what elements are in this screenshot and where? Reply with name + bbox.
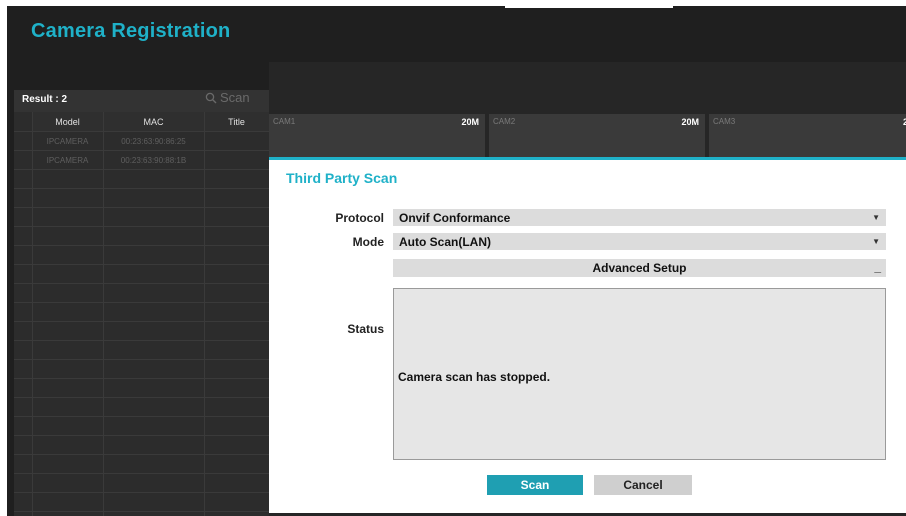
column-divider: [32, 112, 33, 516]
chevron-down-icon: ▼: [872, 237, 880, 246]
table-row-empty: [14, 492, 269, 512]
result-count: Result : 2: [22, 94, 68, 105]
column-header-title[interactable]: Title: [204, 112, 269, 131]
camera-resolution: 20M: [461, 117, 479, 127]
search-icon: [205, 92, 217, 103]
table-row-empty: [14, 416, 269, 436]
table-row-empty: [14, 454, 269, 474]
app-root: Camera Registration Result : 2 Scan Mode…: [0, 0, 906, 516]
top-notch: [505, 0, 673, 8]
chevron-down-icon: ▼: [872, 213, 880, 222]
protocol-value: Onvif Conformance: [399, 210, 511, 225]
collapse-icon: _: [874, 260, 881, 274]
column-header-model[interactable]: Model: [32, 112, 103, 131]
table-row[interactable]: IPCAMERA 00:23:63:90:88:1B: [14, 150, 269, 170]
row-mac: 00:23:63:90:88:1B: [120, 156, 187, 165]
table-row-empty: [14, 340, 269, 360]
page-title: Camera Registration: [31, 20, 231, 42]
row-model: IPCAMERA: [46, 137, 89, 146]
table-row-empty: [14, 283, 269, 303]
table-row-empty: [14, 397, 269, 417]
row-title: [204, 132, 269, 151]
row-mac: 00:23:63:90:86:25: [121, 137, 186, 146]
table-row-empty: [14, 169, 269, 189]
table-row-empty: [14, 264, 269, 284]
table-row-empty: [14, 359, 269, 379]
status-label: Status: [347, 322, 384, 336]
mode-value: Auto Scan(LAN): [399, 234, 491, 249]
status-box: Camera scan has stopped.: [393, 288, 886, 460]
table-row-empty: [14, 245, 269, 265]
table-row-empty: [14, 302, 269, 322]
advanced-setup-label: Advanced Setup: [592, 261, 687, 275]
scan-button[interactable]: Scan: [487, 475, 583, 495]
advanced-setup-bar[interactable]: Advanced Setup _: [393, 259, 886, 277]
status-text: Camera scan has stopped.: [398, 370, 551, 384]
camera-name: CAM3: [713, 117, 736, 126]
table-row-empty: [14, 207, 269, 227]
table-row-empty: [14, 511, 269, 516]
row-title: [204, 151, 269, 170]
column-divider: [204, 112, 205, 516]
camera-name: CAM2: [493, 117, 516, 126]
camera-resolution: 20M: [681, 117, 699, 127]
table-row-empty: [14, 226, 269, 246]
scan-link-label: Scan: [220, 90, 250, 105]
table-row-empty: [14, 435, 269, 455]
table-row[interactable]: IPCAMERA 00:23:63:90:86:25: [14, 131, 269, 151]
third-party-scan-dialog: Third Party Scan Protocol Onvif Conforma…: [269, 157, 906, 513]
table-row-empty: [14, 321, 269, 341]
column-divider: [103, 112, 104, 516]
camera-name: CAM1: [273, 117, 296, 126]
protocol-label: Protocol: [335, 211, 384, 225]
column-header-mac[interactable]: MAC: [103, 112, 204, 131]
table-row-empty: [14, 378, 269, 398]
mode-select[interactable]: Auto Scan(LAN) ▼: [393, 233, 886, 250]
results-table: Model MAC Title IPCAMERA 00:23:63:90:86:…: [14, 112, 269, 516]
table-row-empty: [14, 188, 269, 208]
scan-link[interactable]: Scan: [205, 90, 250, 105]
dialog-title: Third Party Scan: [286, 170, 398, 186]
mode-label: Mode: [352, 235, 384, 249]
table-row-empty: [14, 473, 269, 493]
protocol-select[interactable]: Onvif Conformance ▼: [393, 209, 886, 226]
cancel-button[interactable]: Cancel: [594, 475, 692, 495]
row-model: IPCAMERA: [46, 156, 89, 165]
